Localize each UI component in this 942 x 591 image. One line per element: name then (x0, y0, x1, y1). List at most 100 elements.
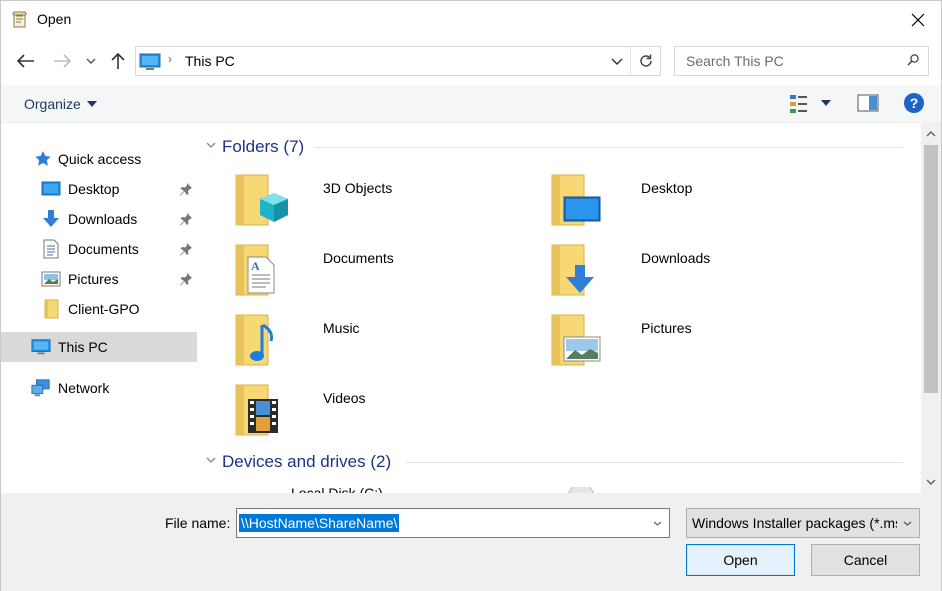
sidebar-item-quick-access[interactable]: Quick access (1, 144, 197, 174)
change-view-icon[interactable] (789, 94, 809, 114)
scroll-down-button[interactable] (921, 473, 941, 491)
open-button[interactable]: Open (686, 544, 795, 576)
search-icon[interactable] (906, 53, 920, 67)
computer-icon (31, 337, 51, 357)
scroll-up-button[interactable] (921, 125, 941, 143)
sidebar-item-label: Network (58, 380, 110, 396)
folder-tile-pictures[interactable]: Pictures (550, 313, 850, 379)
group-divider (406, 462, 903, 463)
sidebar-item-label: Downloads (68, 211, 138, 227)
videos-folder-icon (235, 384, 278, 436)
organize-button[interactable]: Organize (15, 85, 106, 123)
chevron-down-icon (206, 142, 216, 148)
group-title: Devices and drives (2) (222, 452, 392, 471)
organize-label: Organize (24, 96, 81, 112)
folder-tile-videos[interactable]: Videos (232, 383, 532, 449)
sidebar-item-network[interactable]: Network (1, 373, 197, 403)
group-header-folders[interactable]: Folders (7) (200, 134, 912, 160)
dialog-footer: File name: \\HostName\ShareName\ Windows… (1, 493, 941, 591)
pin-icon[interactable] (179, 212, 193, 226)
preview-pane-icon[interactable] (857, 94, 879, 112)
folder-tile-downloads[interactable]: Downloads (550, 243, 850, 309)
caret-down-icon (86, 101, 97, 107)
forward-button[interactable] (49, 43, 75, 79)
window-title: Open (37, 11, 72, 27)
file-type-dropdown[interactable] (899, 509, 915, 537)
up-button[interactable] (105, 43, 131, 79)
command-toolbar: Organize ? (1, 85, 941, 123)
scroll-icon (12, 11, 27, 28)
chevron-down-icon (86, 58, 96, 64)
file-type-select[interactable]: Windows Installer packages (*.msi) (686, 508, 920, 538)
folder-name: Documents (323, 250, 394, 266)
chevron-down-icon (206, 457, 216, 463)
open-dialog: Open › This PC Search This PC Organize ?… (0, 0, 942, 591)
svg-text:A: A (251, 259, 260, 273)
breadcrumb-this-pc[interactable]: This PC (185, 53, 235, 69)
view-options-chevron-icon[interactable] (821, 100, 831, 106)
file-list-view: Folders (7) 3D Objects Desktop A Documen… (200, 123, 921, 493)
folder-name: Music (323, 320, 360, 336)
vertical-scrollbar[interactable] (921, 123, 941, 493)
sidebar-item-label: This PC (58, 339, 108, 355)
file-name-label: File name: (165, 515, 231, 531)
chevron-down-icon (653, 521, 661, 526)
sidebar-item-label: Client-GPO (68, 301, 140, 317)
pin-icon[interactable] (179, 272, 193, 286)
refresh-button[interactable] (630, 47, 660, 75)
close-button[interactable] (895, 1, 941, 39)
file-type-value: Windows Installer packages (*.msi) (692, 515, 897, 531)
navigation-bar: › This PC (1, 43, 941, 79)
pictures-folder-icon (551, 314, 601, 366)
chevron-down-icon (611, 58, 623, 65)
pictures-icon (41, 269, 61, 289)
svg-text:?: ? (910, 95, 919, 111)
sidebar-item-label: Desktop (68, 181, 120, 197)
drive-tile-local-disk[interactable]: Local Disk (C:) (291, 485, 383, 493)
cancel-button[interactable]: Cancel (811, 544, 920, 576)
downloads-folder-icon (551, 244, 594, 296)
file-name-combobox[interactable]: \\HostName\ShareName\ (236, 508, 670, 538)
sidebar-item-label: Quick access (58, 151, 142, 167)
music-folder-icon (235, 314, 273, 366)
folder-tile-desktop[interactable]: Desktop (550, 173, 850, 239)
arrow-up-icon (111, 52, 125, 69)
pin-icon[interactable] (179, 242, 193, 256)
search-box[interactable] (674, 46, 929, 76)
folder-tile-documents[interactable]: A Documents (232, 243, 532, 309)
sidebar-item-label: Pictures (68, 271, 119, 287)
sidebar-item-downloads[interactable]: Downloads (1, 204, 197, 234)
sidebar-item-pictures[interactable]: Pictures (1, 264, 197, 294)
help-icon[interactable]: ? (903, 92, 925, 114)
group-title: Folders (7) (222, 137, 305, 156)
sidebar-item-client-gpo[interactable]: Client-GPO (1, 294, 197, 324)
folder-icon (41, 299, 61, 319)
group-header-devices[interactable]: Devices and drives (2) (200, 449, 912, 475)
recent-locations-button[interactable] (81, 43, 101, 79)
documents-folder-icon: A (235, 244, 275, 296)
sidebar-item-label: Documents (68, 241, 139, 257)
folder-name: Pictures (641, 320, 692, 336)
scroll-thumb[interactable] (924, 145, 938, 393)
folder-tile-music[interactable]: Music (232, 313, 532, 379)
folder-name: Desktop (641, 180, 693, 196)
folder-name: Videos (323, 390, 366, 406)
file-name-input[interactable]: \\HostName\ShareName\ (239, 514, 400, 532)
download-arrow-icon (41, 209, 61, 229)
address-history-dropdown[interactable] (606, 47, 628, 75)
network-icon (31, 378, 51, 398)
pin-icon[interactable] (179, 182, 193, 196)
chevron-down-icon (926, 479, 936, 485)
file-name-dropdown[interactable] (649, 509, 665, 537)
chevron-up-icon (926, 131, 936, 137)
folder-tile-3d-objects[interactable]: 3D Objects (232, 173, 532, 239)
search-input[interactable] (675, 47, 895, 75)
close-icon (911, 13, 925, 27)
sidebar-item-documents[interactable]: Documents (1, 234, 197, 264)
sidebar-item-this-pc[interactable]: This PC (1, 332, 197, 362)
address-bar[interactable]: › This PC (135, 46, 661, 76)
arrow-right-icon (54, 54, 71, 68)
back-button[interactable] (13, 43, 39, 79)
sidebar-item-desktop[interactable]: Desktop (1, 174, 197, 204)
star-icon (33, 149, 53, 169)
